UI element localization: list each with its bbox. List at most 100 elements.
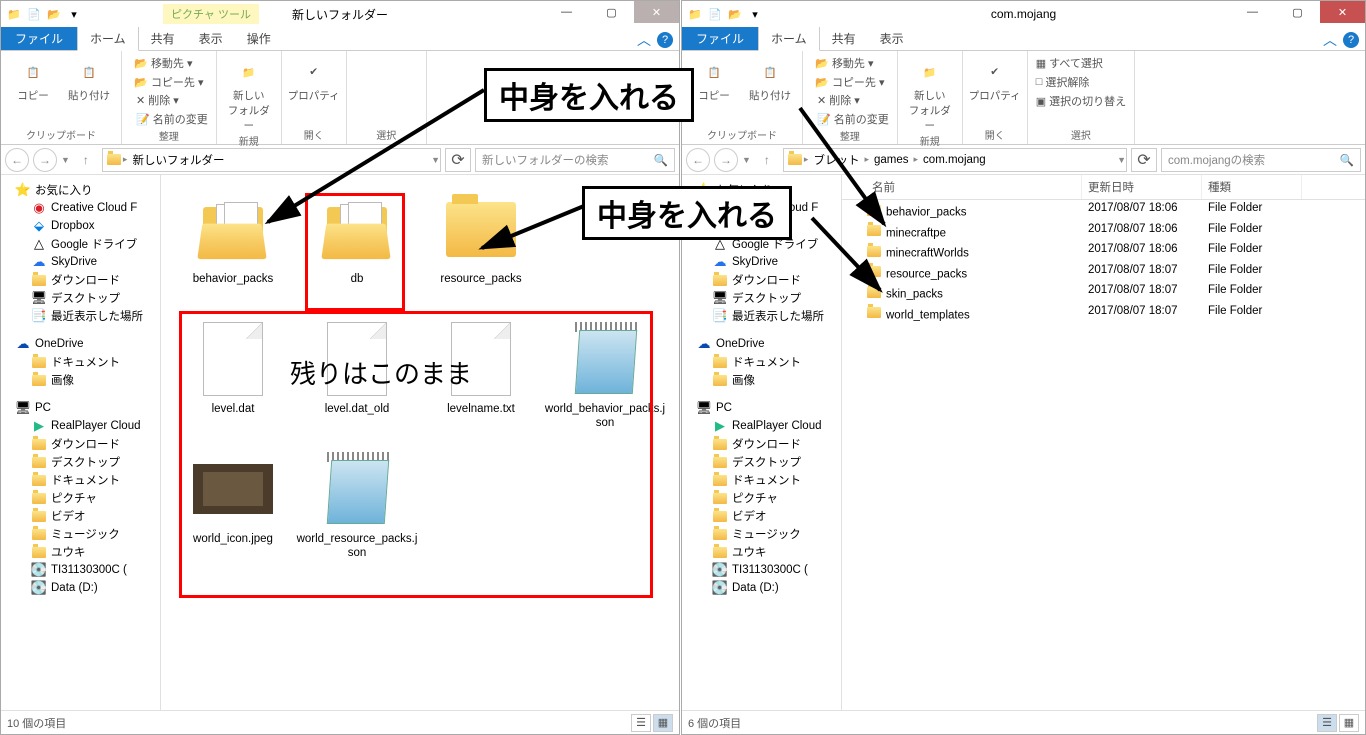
copy-button[interactable]: 📋コピー: [688, 54, 740, 103]
refresh-button[interactable]: ⟳: [1131, 148, 1157, 172]
search-box[interactable]: 新しいフォルダーの検索🔍: [475, 148, 675, 172]
props-icon[interactable]: 📄: [25, 5, 43, 23]
nav-tree-left[interactable]: ⭐お気に入り ◉Creative Cloud F ⬙Dropbox △Googl…: [1, 175, 161, 710]
home-tab[interactable]: ホーム: [758, 26, 820, 51]
share-tab[interactable]: 共有: [820, 27, 868, 50]
newfolder-button[interactable]: 📁新しい フォルダー: [223, 54, 275, 133]
breadcrumb-seg[interactable]: ブレット: [810, 152, 862, 168]
list-row[interactable]: minecraftWorlds2017/08/07 18:06File Fold…: [842, 241, 1365, 262]
list-row[interactable]: behavior_packs2017/08/07 18:06File Folde…: [842, 200, 1365, 221]
search-icon: 🔍: [654, 153, 668, 167]
copyto-button[interactable]: 📂 コピー先 ▾: [132, 73, 205, 91]
delete-button[interactable]: ✕ 削除 ▾: [815, 91, 891, 109]
rename-button[interactable]: 📝 名前の変更: [134, 110, 210, 128]
search-icon: 🔍: [1340, 153, 1354, 167]
list-header[interactable]: 名前 更新日時 種類: [842, 175, 1365, 200]
paste-button[interactable]: 📋貼り付け: [63, 54, 115, 103]
newfolder-button[interactable]: 📁新しい フォルダー: [904, 54, 956, 133]
forward-button[interactable]: →: [714, 148, 738, 172]
breadcrumb-seg[interactable]: 新しいフォルダー: [129, 152, 227, 168]
back-button[interactable]: ←: [5, 148, 29, 172]
ribbon-help[interactable]: ︿ ?: [637, 30, 673, 50]
home-tab[interactable]: ホーム: [77, 26, 139, 51]
view-tab[interactable]: 表示: [868, 27, 916, 50]
folder-icon: [107, 154, 121, 165]
list-row[interactable]: world_templates2017/08/07 18:07File Fold…: [842, 303, 1365, 324]
moveto-button[interactable]: 📂 移動先 ▾: [813, 54, 886, 72]
drive-icon: 💽: [31, 562, 47, 578]
history-dropdown[interactable]: ▼: [61, 155, 70, 165]
breadcrumb-seg[interactable]: com.mojang: [920, 154, 989, 166]
copyto-button[interactable]: 📂 コピー先 ▾: [813, 73, 886, 91]
newfolder-icon[interactable]: 📂: [45, 5, 63, 23]
star-icon: ⭐: [15, 182, 31, 198]
history-dropdown[interactable]: ▼: [742, 155, 751, 165]
file-tab[interactable]: ファイル: [682, 27, 758, 50]
search-box[interactable]: com.mojangの検索🔍: [1161, 148, 1361, 172]
file-item[interactable]: world_resource_packs.json: [295, 445, 419, 575]
address-bar-row: ← → ▼ ↑ ▸ 新しいフォルダー ▼ ⟳ 新しいフォルダーの検索🔍: [1, 145, 679, 175]
image-thumbnail: [193, 464, 273, 514]
icons-view-button[interactable]: ▦: [653, 714, 673, 732]
file-item[interactable]: behavior_packs: [171, 185, 295, 315]
list-row[interactable]: resource_packs2017/08/07 18:07File Folde…: [842, 262, 1365, 283]
file-tab[interactable]: ファイル: [1, 27, 77, 50]
props-button[interactable]: ✔プロパティ: [288, 54, 340, 103]
dropbox-icon: ⬙: [31, 218, 47, 234]
paste-button[interactable]: 📋貼り付け: [744, 54, 796, 103]
explorer-window-left: 📁 📄 📂 ▾ ピクチャ ツール 新しいフォルダー — ▢ ✕ ファイル ホーム…: [0, 0, 680, 735]
op-tab[interactable]: 操作: [235, 27, 283, 50]
folder-icon[interactable]: 📁: [5, 5, 23, 23]
forward-button[interactable]: →: [33, 148, 57, 172]
minimize-button[interactable]: —: [1230, 1, 1275, 23]
delete-button[interactable]: ✕ 削除 ▾: [134, 91, 210, 109]
window-title: com.mojang: [991, 7, 1056, 21]
address-bar[interactable]: ▸ ブレット ▸ games ▸ com.mojang ▼: [783, 148, 1127, 172]
close-button[interactable]: ✕: [634, 1, 679, 23]
props-icon[interactable]: 📄: [706, 5, 724, 23]
up-button[interactable]: ↑: [74, 148, 98, 172]
file-item[interactable]: world_behavior_packs.json: [543, 315, 667, 445]
file-item[interactable]: world_icon.jpeg: [171, 445, 295, 575]
file-item[interactable]: level.dat_old: [295, 315, 419, 445]
copy-button[interactable]: 📋コピー: [7, 54, 59, 103]
dropdown-icon[interactable]: ▾: [746, 5, 764, 23]
select-all-button[interactable]: ▦ すべて選択: [1034, 54, 1128, 72]
ribbon-tabs-right: ファイル ホーム 共有 表示 ︿ ?: [682, 27, 1365, 51]
select-none-button[interactable]: □ 選択解除: [1034, 73, 1128, 91]
details-view-button[interactable]: ☰: [631, 714, 651, 732]
file-icon: [327, 322, 387, 396]
ribbon-tabs-left: ファイル ホーム 共有 表示 操作 ︿ ?: [1, 27, 679, 51]
details-view-button[interactable]: ☰: [1317, 714, 1337, 732]
minimize-button[interactable]: —: [544, 1, 589, 23]
file-item[interactable]: level.dat: [171, 315, 295, 445]
maximize-button[interactable]: ▢: [589, 1, 634, 23]
notepad-icon: [325, 452, 389, 526]
list-row[interactable]: skin_packs2017/08/07 18:07File Folder: [842, 282, 1365, 303]
skydrive-icon: ☁: [31, 254, 47, 270]
props-button[interactable]: ✔プロパティ: [969, 54, 1021, 103]
breadcrumb-seg[interactable]: games: [871, 154, 912, 166]
up-button[interactable]: ↑: [755, 148, 779, 172]
newfolder-icon[interactable]: 📂: [726, 5, 744, 23]
maximize-button[interactable]: ▢: [1275, 1, 1320, 23]
address-bar[interactable]: ▸ 新しいフォルダー ▼: [102, 148, 441, 172]
folder-icon[interactable]: 📁: [686, 5, 704, 23]
file-item[interactable]: levelname.txt: [419, 315, 543, 445]
ribbon-right: 📋コピー 📋貼り付け クリップボード 📂 移動先 ▾ 📂 コピー先 ▾ ✕ 削除…: [682, 51, 1365, 145]
file-item[interactable]: resource_packs: [419, 185, 543, 315]
share-tab[interactable]: 共有: [139, 27, 187, 50]
refresh-button[interactable]: ⟳: [445, 148, 471, 172]
nav-tree-right[interactable]: ⭐お気に入り ◉Creative Cloud F ⬙Dropbox △Googl…: [682, 175, 842, 710]
moveto-button[interactable]: 📂 移動先 ▾: [132, 54, 205, 72]
list-row[interactable]: minecraftpe2017/08/07 18:06File Folder: [842, 221, 1365, 242]
rename-button[interactable]: 📝 名前の変更: [815, 110, 891, 128]
invert-selection-button[interactable]: ▣ 選択の切り替え: [1034, 92, 1128, 110]
close-button[interactable]: ✕: [1320, 1, 1365, 23]
file-item[interactable]: db: [295, 185, 419, 315]
ribbon-help[interactable]: ︿ ?: [1323, 30, 1359, 50]
dropdown-icon[interactable]: ▾: [65, 5, 83, 23]
icons-view-button[interactable]: ▦: [1339, 714, 1359, 732]
view-tab[interactable]: 表示: [187, 27, 235, 50]
back-button[interactable]: ←: [686, 148, 710, 172]
